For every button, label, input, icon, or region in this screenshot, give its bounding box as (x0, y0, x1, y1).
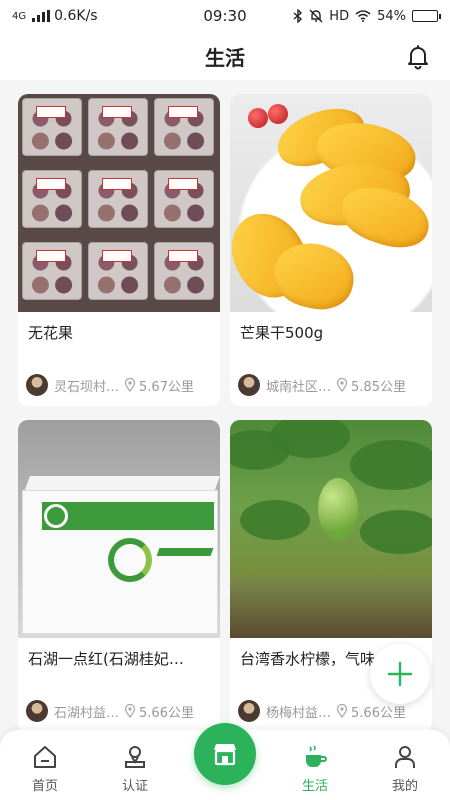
tab-life[interactable]: 生活 (270, 730, 360, 800)
network-speed: 0.6K/s (54, 8, 98, 24)
seller-village: 石湖村益… (54, 705, 120, 721)
product-image-lemon-tree (230, 420, 432, 638)
seller-avatar (26, 700, 48, 722)
tab-label: 认证 (121, 779, 148, 794)
page-title: 生活 (205, 45, 245, 70)
distance: 5.67公里 (139, 379, 194, 395)
seller-avatar (238, 374, 260, 396)
wifi-icon (355, 10, 371, 22)
status-left: 4G 0.6K/s (12, 8, 98, 24)
tab-certify[interactable]: 认证 (90, 730, 180, 800)
product-card[interactable]: 石湖一点红(石湖桂妃… 石湖村益… 5.66公里 (18, 420, 220, 730)
location-pin-icon (124, 378, 136, 392)
product-card[interactable]: 无花果 灵石坝村… 5.67公里 (18, 94, 220, 406)
notification-bell-icon[interactable] (404, 42, 432, 70)
tab-label: 我的 (391, 779, 418, 794)
seller-village: 城南社区… (266, 379, 332, 395)
status-right: HD 54% (293, 8, 441, 24)
shop-button[interactable] (194, 723, 256, 785)
home-icon (34, 746, 56, 768)
plus-icon (387, 661, 413, 687)
bluetooth-icon (293, 9, 303, 23)
seller-village: 杨梅村益… (266, 705, 332, 721)
product-meta: 灵石坝村… 5.67公里 (26, 374, 212, 396)
seller-avatar (26, 374, 48, 396)
user-badge-icon (125, 746, 145, 768)
product-meta: 石湖村益… 5.66公里 (26, 700, 212, 722)
tab-mine[interactable]: 我的 (360, 730, 450, 800)
clock: 09:30 (203, 7, 247, 25)
battery-percent: 54% (377, 8, 406, 24)
status-bar: 4G 0.6K/s 09:30 HD 54% (0, 0, 450, 32)
seller-avatar (238, 700, 260, 722)
product-card[interactable]: 芒果干500g 城南社区… 5.85公里 (230, 94, 432, 406)
distance: 5.66公里 (139, 705, 194, 721)
shop-icon (214, 744, 236, 766)
person-icon (395, 746, 415, 768)
product-image-lychee-box (18, 420, 220, 638)
add-button[interactable] (370, 644, 430, 704)
tab-label: 首页 (31, 779, 58, 794)
tab-home[interactable]: 首页 (0, 730, 90, 800)
tab-label: 生活 (301, 779, 328, 794)
coffee-cup-icon (306, 745, 327, 767)
app-header: 生活 (0, 32, 450, 80)
product-title: 芒果干500g (240, 324, 324, 342)
hd-indicator: HD (329, 8, 350, 24)
product-image-figs (18, 94, 220, 312)
distance: 5.66公里 (351, 705, 406, 721)
location-pin-icon (124, 704, 136, 718)
product-grid: 无花果 灵石坝村… 5.67公里 芒果干500g 城南社区… 5.85公里 石湖… (0, 80, 450, 730)
mute-icon (309, 9, 323, 23)
product-image-mango (230, 94, 432, 312)
product-title: 无花果 (28, 324, 74, 342)
network-type: 4G (12, 10, 27, 22)
seller-village: 灵石坝村… (54, 379, 120, 395)
distance: 5.85公里 (351, 379, 406, 395)
location-pin-icon (336, 704, 348, 718)
battery-icon (412, 10, 441, 22)
product-title: 石湖一点红(石湖桂妃… (28, 650, 184, 668)
signal-icon (32, 10, 51, 22)
product-meta: 城南社区… 5.85公里 (238, 374, 424, 396)
location-pin-icon (336, 378, 348, 392)
